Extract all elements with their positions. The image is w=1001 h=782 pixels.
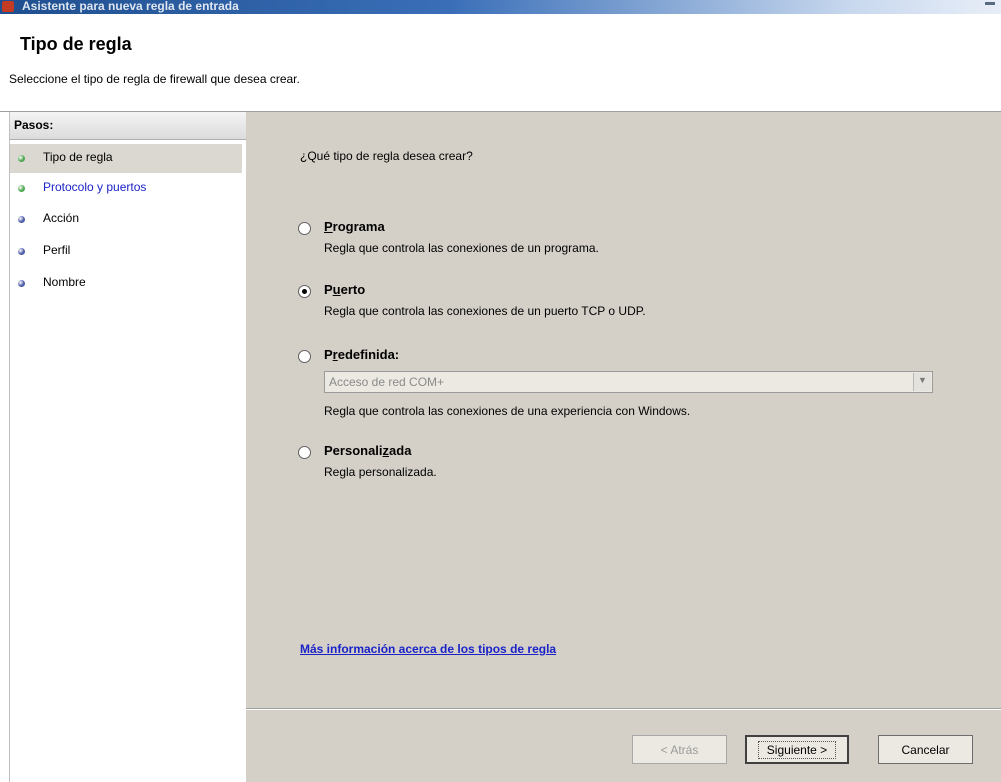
step-bullet-icon — [18, 248, 25, 255]
step-label: Perfil — [43, 243, 71, 257]
option-description: Regla personalizada. — [324, 465, 437, 479]
window-title: Asistente para nueva regla de entrada — [22, 0, 239, 13]
option-description: Regla que controla las conexiones de un … — [324, 241, 599, 255]
radio-predefinida[interactable] — [298, 350, 311, 363]
option-description: Regla que controla las conexiones de un … — [324, 304, 646, 318]
predefined-select-value: Acceso de red COM+ — [329, 375, 445, 389]
step-bullet-icon — [18, 185, 25, 192]
step-bullet-icon — [18, 155, 25, 162]
step-bullet-icon — [18, 280, 25, 287]
step-tipo-de-regla[interactable]: Tipo de regla — [10, 144, 242, 173]
firewall-app-icon — [2, 1, 14, 12]
window-title-bar: Asistente para nueva regla de entrada — [0, 0, 1001, 14]
step-bullet-icon — [18, 216, 25, 223]
option-title: Personalizada — [324, 443, 412, 458]
back-button[interactable]: < Atrás — [632, 735, 727, 764]
next-button-label: Siguiente > — [757, 740, 837, 759]
option-title: Puerto — [324, 282, 366, 297]
option-personalizada[interactable]: Personalizada Regla personalizada. — [298, 443, 898, 495]
option-description: Regla que controla las conexiones de una… — [324, 404, 691, 418]
option-title: Predefinida: — [324, 347, 400, 362]
steps-header-label: Pasos: — [14, 118, 54, 132]
page-subtitle: Seleccione el tipo de regla de firewall … — [9, 72, 300, 86]
step-accion: Acción — [10, 205, 242, 234]
step-protocolo-y-puertos[interactable]: Protocolo y puertos — [10, 174, 242, 203]
option-title: Programa — [324, 219, 385, 234]
cancel-button[interactable]: Cancelar — [878, 735, 973, 764]
steps-header: Pasos: — [10, 112, 246, 140]
radio-puerto[interactable] — [298, 285, 311, 298]
step-label: Tipo de regla — [43, 150, 113, 164]
next-button[interactable]: Siguiente > — [745, 735, 849, 764]
more-info-link[interactable]: Más información acerca de los tipos de r… — [300, 642, 556, 656]
steps-sidebar: Pasos: Tipo de regla Protocolo y puertos… — [9, 112, 247, 782]
predefined-rule-select[interactable]: Acceso de red COM+ ▼ — [324, 371, 933, 393]
minimize-icon[interactable] — [985, 2, 995, 5]
option-programa[interactable]: Programa Regla que controla las conexion… — [298, 219, 898, 271]
step-nombre: Nombre — [10, 269, 242, 298]
footer-divider-highlight — [246, 709, 1001, 710]
option-puerto[interactable]: Puerto Regla que controla las conexiones… — [298, 282, 898, 334]
page-title: Tipo de regla — [20, 34, 132, 54]
wizard-header: Tipo de regla Seleccione el tipo de regl… — [0, 14, 1001, 112]
step-label: Nombre — [43, 275, 86, 289]
dropdown-arrow-icon[interactable]: ▼ — [913, 373, 931, 391]
wizard-content: ¿Qué tipo de regla desea crear? Programa… — [246, 112, 1001, 782]
radio-programa[interactable] — [298, 222, 311, 235]
rule-type-question: ¿Qué tipo de regla desea crear? — [300, 149, 473, 163]
step-perfil: Perfil — [10, 237, 242, 266]
step-label: Protocolo y puertos — [43, 180, 147, 194]
step-label: Acción — [43, 211, 80, 225]
radio-personalizada[interactable] — [298, 446, 311, 459]
